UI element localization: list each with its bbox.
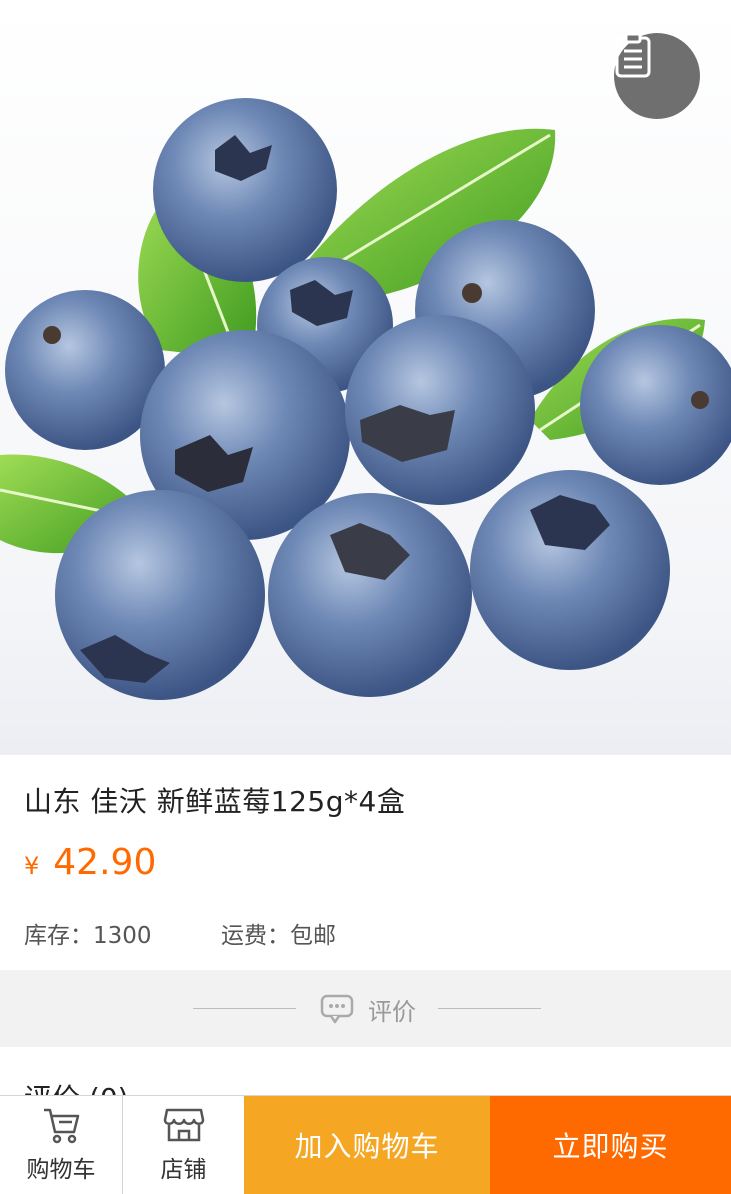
- reviews-section-divider: 评价: [0, 970, 731, 1047]
- shipping-info: 运费：包邮: [221, 923, 336, 949]
- shopping-cart-icon: [44, 1108, 80, 1144]
- price-value: 42.90: [53, 842, 157, 883]
- buy-now-button[interactable]: 立即购买: [490, 1096, 731, 1194]
- store-tab[interactable]: 店铺: [122, 1096, 244, 1194]
- product-price: ¥ 42.90: [24, 842, 156, 883]
- currency-symbol: ¥: [24, 852, 40, 880]
- cart-tab-label: 购物车: [26, 1157, 96, 1183]
- product-detail-page: 山东 佳沃 新鲜蓝莓125g*4盒 ¥ 42.90 库存：1300 运费：包邮 …: [0, 0, 731, 1194]
- store-tab-label: 店铺: [160, 1157, 207, 1183]
- add-to-cart-button[interactable]: 加入购物车: [244, 1096, 490, 1194]
- clipboard-list-button[interactable]: [614, 33, 700, 119]
- chat-bubble-icon: [320, 994, 354, 1024]
- stock-info: 库存：1300: [24, 923, 152, 949]
- clipboard-icon: [615, 33, 651, 78]
- divider-line-right: [438, 1008, 541, 1009]
- blueberries-illustration: [0, 98, 731, 700]
- product-image[interactable]: [0, 0, 731, 755]
- bottom-action-bar: 购物车 店铺 加入购物车 立即购买: [0, 1095, 731, 1194]
- cart-tab[interactable]: 购物车: [0, 1096, 122, 1194]
- store-icon: [163, 1108, 204, 1142]
- product-title: 山东 佳沃 新鲜蓝莓125g*4盒: [24, 785, 406, 818]
- divider-line-left: [193, 1008, 296, 1009]
- reviews-section-label: 评价: [368, 998, 416, 1026]
